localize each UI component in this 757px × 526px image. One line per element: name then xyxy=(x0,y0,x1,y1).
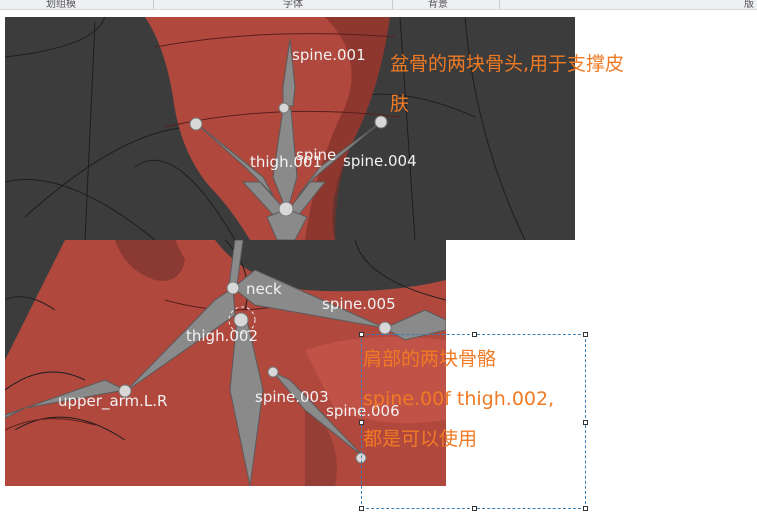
resize-handle-top[interactable] xyxy=(472,332,477,337)
bone-label-spine003: spine.003 xyxy=(255,388,329,406)
toolbar-divider xyxy=(499,0,500,9)
resize-handle-bottom-right[interactable] xyxy=(583,506,588,511)
bone-label-neck: neck xyxy=(246,280,282,298)
toolbar-item[interactable]: 字体 xyxy=(283,0,303,10)
annotation-shoulder-line2[interactable]: spine.00f thigh.002, xyxy=(363,379,554,419)
bone-label-spine001: spine.001 xyxy=(292,46,366,64)
resize-handle-bottom-left[interactable] xyxy=(359,506,364,511)
bone-label-thigh002: thigh.002 xyxy=(186,327,258,345)
resize-handle-right[interactable] xyxy=(583,420,588,425)
bone-label-upper-arm: upper_arm.L.R xyxy=(58,392,167,411)
annotation-pelvis-line1[interactable]: 盆骨的两块骨头,用于支撑皮 xyxy=(390,44,624,84)
toolbar-item[interactable]: 版 xyxy=(744,0,754,10)
annotation-pelvis-line2[interactable]: 肤 xyxy=(390,84,409,124)
toolbar-item[interactable]: 背景 xyxy=(428,0,448,10)
resize-handle-top-right[interactable] xyxy=(583,332,588,337)
bone-label-spine: spine xyxy=(296,146,336,164)
toolbar-divider xyxy=(153,0,154,9)
bone-label-spine004: spine.004 xyxy=(343,152,417,170)
resize-handle-bottom[interactable] xyxy=(472,506,477,511)
toolbar-divider xyxy=(392,0,393,9)
toolbar-item[interactable]: 划组模 xyxy=(46,0,76,10)
annotation-shoulder-line3[interactable]: 都是可以使用 xyxy=(363,419,477,459)
toolbar-strip: 划组模 字体 背景 版 xyxy=(0,0,757,10)
resize-handle-top-left[interactable] xyxy=(359,332,364,337)
bone-label-spine005: spine.005 xyxy=(322,295,396,313)
annotation-shoulder-line1[interactable]: 肩部的两块骨骼 xyxy=(363,339,496,379)
